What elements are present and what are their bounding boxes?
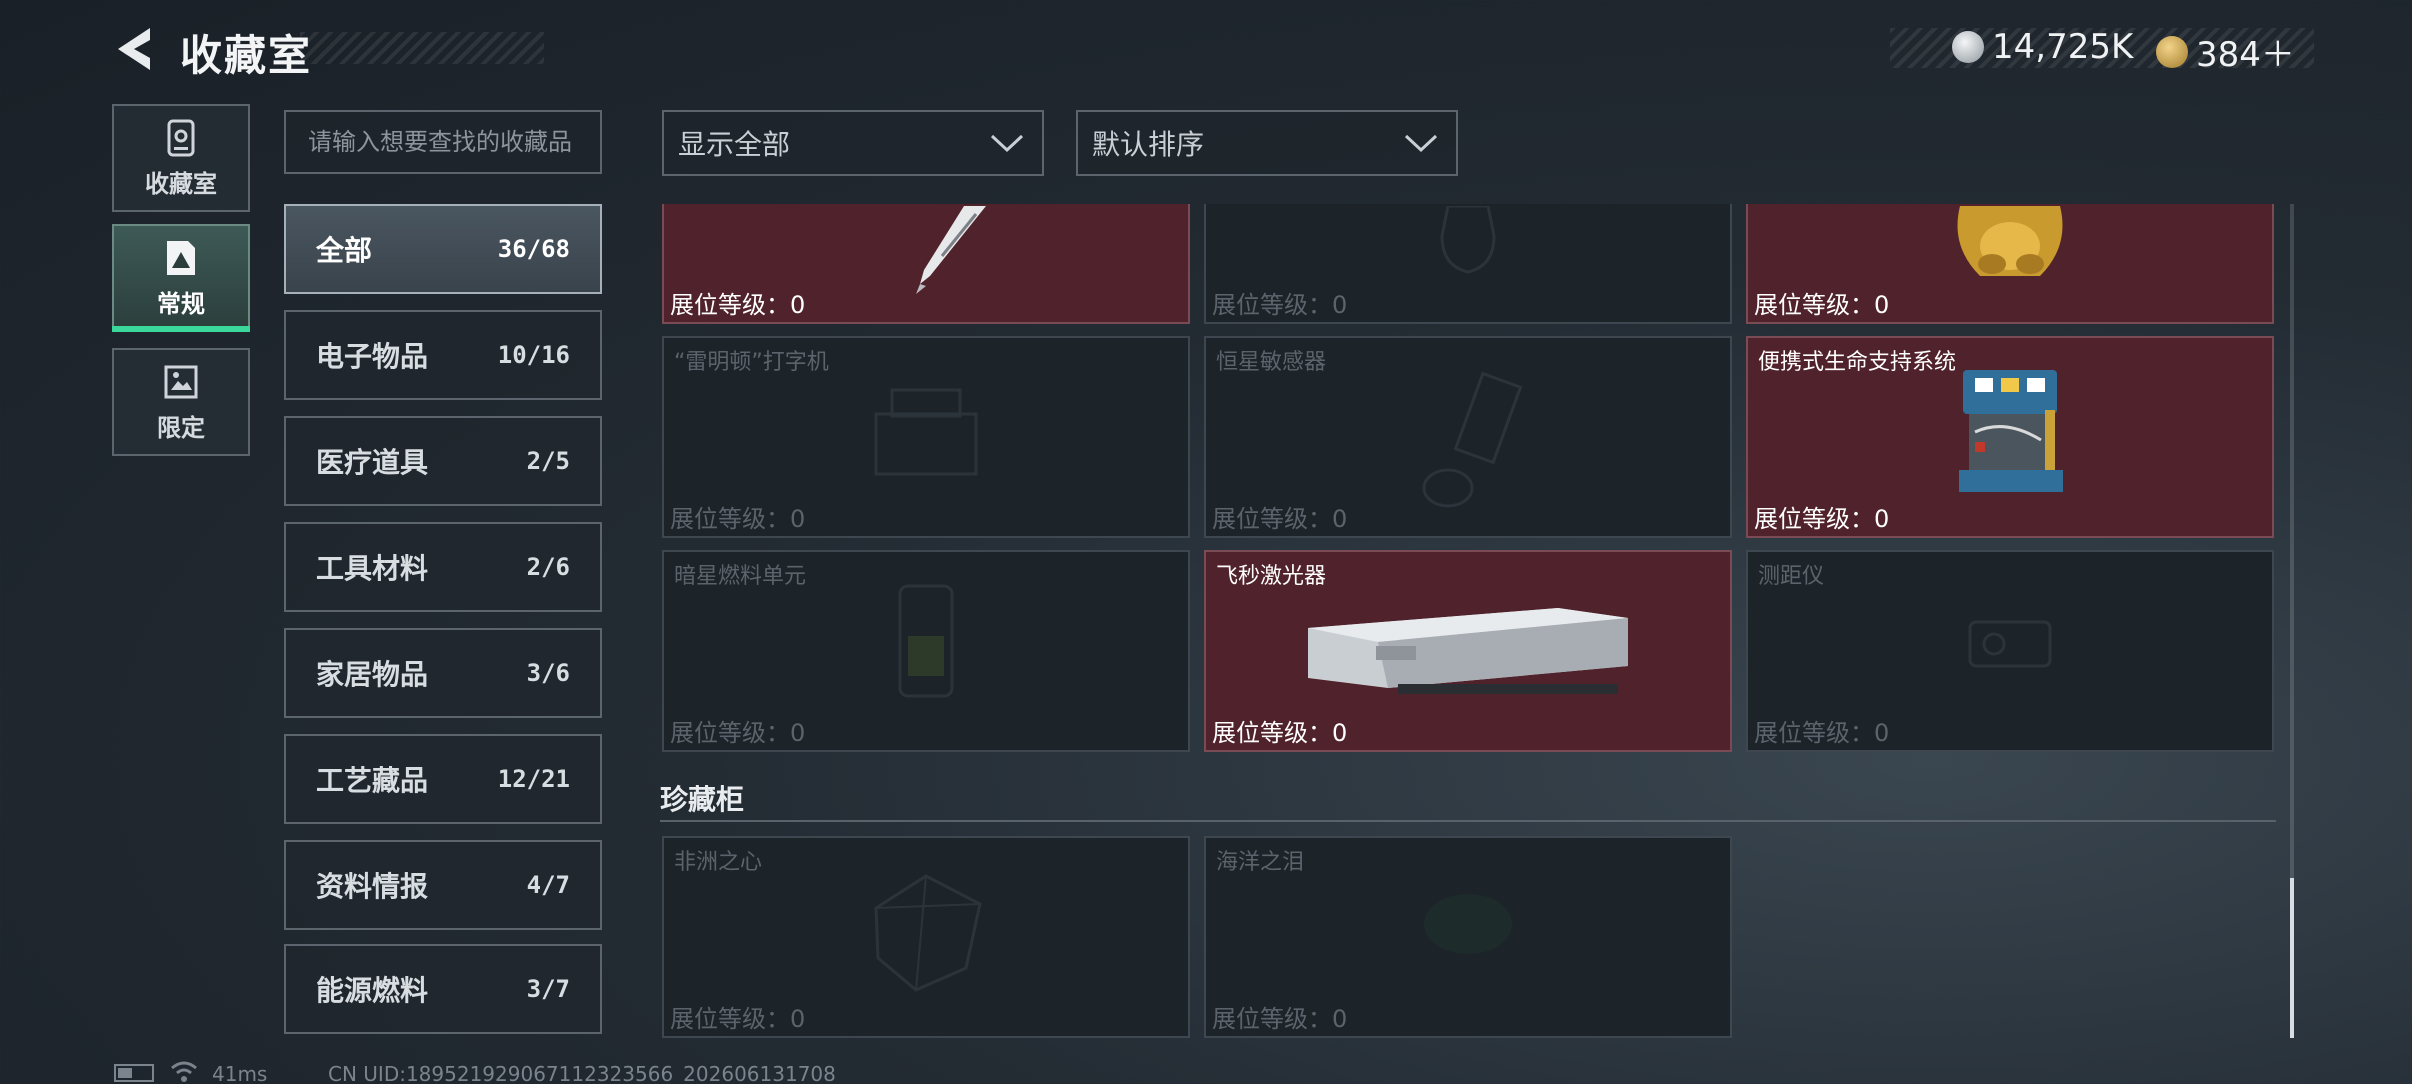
category-count: 4/7: [526, 871, 570, 899]
user-uid: CN UID:18952192906711232356​6_2026061317…: [328, 1062, 836, 1084]
collection-item-card[interactable]: 非洲之心 展位等级：0: [662, 836, 1190, 1038]
booth-level: 展位等级：0: [670, 291, 806, 319]
collection-item-card[interactable]: 展位等级：0: [1746, 204, 2274, 324]
collection-item-card[interactable]: 恒星敏感器 展位等级：0: [1204, 336, 1732, 538]
category-name: 能源燃料: [316, 974, 429, 1007]
category-name: 工具材料: [316, 552, 429, 585]
tab-label: 限定: [157, 413, 205, 442]
category-name: 工艺藏品: [316, 764, 429, 797]
category-name: 资料情报: [316, 870, 429, 903]
collection-grid[interactable]: 展位等级：0 展位等级：0 展位等级：0 “雷明顿”打字机 展位等级：0 恒星敏…: [660, 204, 2276, 1042]
booth-level: 展位等级：0: [670, 719, 806, 747]
item-name: 海洋之泪: [1216, 850, 1305, 875]
category-intel[interactable]: 资料情报 4/7: [284, 840, 602, 930]
category-count: 3/6: [526, 659, 570, 687]
currency-gold[interactable]: 384＋: [2156, 27, 2295, 76]
category-medical[interactable]: 医疗道具 2/5: [284, 416, 602, 506]
item-name: “雷明顿”打字机: [674, 350, 829, 375]
collection-item-card[interactable]: 飞秒激光器 展位等级：0: [1204, 550, 1732, 752]
category-count: 2/5: [526, 447, 570, 475]
ping-value: 41ms: [212, 1062, 268, 1084]
search-input[interactable]: [284, 110, 602, 174]
back-arrow-icon[interactable]: [110, 24, 154, 74]
booth-level: 展位等级：0: [670, 1005, 806, 1033]
category-household[interactable]: 家居物品 3/6: [284, 628, 602, 718]
silver-coin-icon: [1952, 31, 1984, 63]
active-tab-indicator: [112, 326, 250, 332]
collection-item-card[interactable]: 暗星燃料单元 展位等级：0: [662, 550, 1190, 752]
booth-level: 展位等级：0: [1212, 1005, 1348, 1033]
item-name: 非洲之心: [674, 850, 763, 875]
booth-level: 展位等级：0: [1212, 719, 1348, 747]
collection-item-card[interactable]: 海洋之泪 展位等级：0: [1204, 836, 1732, 1038]
category-count: 36/68: [497, 235, 570, 263]
item-name: 飞秒激光器: [1216, 564, 1327, 589]
category-name: 全部: [316, 234, 373, 267]
collection-item-card[interactable]: 便携式生命支持系统 展位等级：0: [1746, 336, 2274, 538]
laser-box-icon: [1308, 608, 1628, 694]
scrollbar-thumb[interactable]: [2290, 878, 2294, 1038]
section-title-treasure: 珍藏柜: [660, 783, 745, 816]
item-name: 测距仪: [1758, 564, 1825, 589]
currency-gold-value: 384＋: [2196, 35, 2295, 75]
tab-regular[interactable]: 常规: [112, 224, 250, 332]
category-count: 3/7: [526, 975, 570, 1003]
category-all[interactable]: 全部 36/68: [284, 204, 602, 294]
collection-item-card[interactable]: 展位等级：0: [662, 204, 1190, 324]
tab-label: 收藏室: [145, 169, 217, 198]
item-name: 恒星敏感器: [1216, 350, 1327, 375]
gold-triangle-coin-icon: [2156, 35, 2188, 68]
chevron-down-icon: [990, 134, 1024, 153]
star-sensor-icon: [1422, 371, 1523, 508]
collection-item-card[interactable]: “雷明顿”打字机 展位等级：0: [662, 336, 1190, 538]
booth-level: 展位等级：0: [1754, 505, 1890, 533]
life-support-icon: [1959, 370, 2063, 492]
category-name: 医疗道具: [316, 446, 429, 479]
title-decoration: [300, 32, 544, 64]
battery-level: [118, 1068, 132, 1078]
category-count: 2/6: [526, 553, 570, 581]
diamond-icon: [874, 874, 982, 992]
section-divider: [660, 820, 2276, 822]
booth-level: 展位等级：0: [1754, 291, 1890, 319]
limited-image-icon: [163, 362, 199, 402]
sort-dropdown[interactable]: 默认排序: [1076, 110, 1458, 176]
category-name: 家居物品: [316, 658, 429, 691]
vase-icon: [1440, 206, 1496, 274]
display-filter-dropdown[interactable]: 显示全部: [662, 110, 1044, 176]
item-name: 暗星燃料单元: [674, 564, 807, 589]
tab-limited[interactable]: 限定: [112, 348, 250, 456]
chevron-down-icon: [1404, 134, 1438, 153]
booth-level: 展位等级：0: [1754, 719, 1890, 747]
fuel-cell-icon: [898, 584, 954, 698]
dropdown-value: 显示全部: [678, 128, 791, 161]
category-count: 12/21: [497, 765, 570, 793]
tab-label: 常规: [157, 289, 205, 318]
category-electronics[interactable]: 电子物品 10/16: [284, 310, 602, 400]
wifi-icon: [171, 1061, 197, 1082]
booth-level: 展位等级：0: [670, 505, 806, 533]
category-count: 10/16: [497, 341, 570, 369]
currency-silver-value: 14,725K: [1992, 27, 2134, 67]
booth-level: 展位等级：0: [1212, 505, 1348, 533]
tab-collection-room[interactable]: 收藏室: [112, 104, 250, 212]
collection-room-icon: [163, 118, 199, 158]
regular-card-icon: [163, 238, 199, 278]
page-title: 收藏室: [180, 31, 313, 80]
category-crafts[interactable]: 工艺藏品 12/21: [284, 734, 602, 824]
category-tools[interactable]: 工具材料 2/6: [284, 522, 602, 612]
typewriter-icon: [874, 388, 978, 476]
dropdown-value: 默认排序: [1092, 128, 1205, 161]
collection-item-card[interactable]: 展位等级：0: [1204, 204, 1732, 324]
rangefinder-icon: [1968, 620, 2052, 668]
currency-silver: 14,725K: [1952, 27, 2133, 67]
fountain-pen-icon: [916, 206, 986, 294]
booth-level: 展位等级：0: [1212, 291, 1348, 319]
item-name: 便携式生命支持系统: [1758, 350, 1957, 375]
gem-icon: [1424, 894, 1512, 954]
category-energy[interactable]: 能源燃料 3/7: [284, 944, 602, 1034]
category-name: 电子物品: [316, 340, 429, 373]
collection-item-card[interactable]: 测距仪 展位等级：0: [1746, 550, 2274, 752]
gold-statue-icon: [1957, 206, 2063, 276]
